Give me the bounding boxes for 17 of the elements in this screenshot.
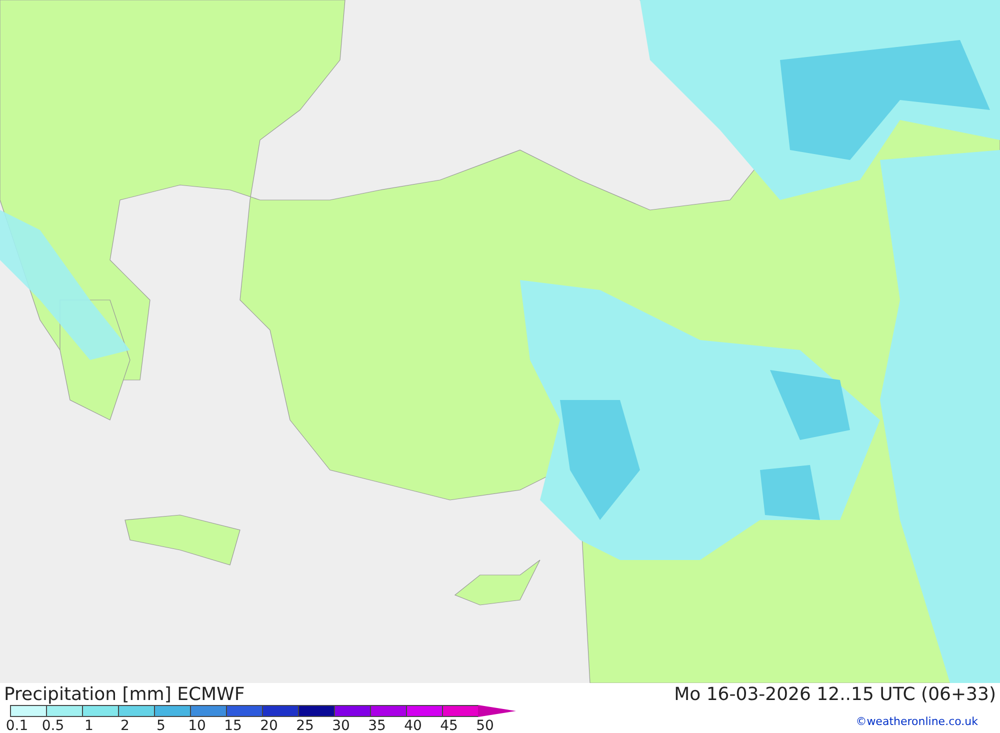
valid-time: Mo 16-03-2026 12..15 UTC (06+33) [674,685,996,705]
legend-label: 50 [475,718,495,733]
legend-label: 35 [367,718,387,733]
legend-label: 10 [187,718,207,733]
legend-label: 5 [156,718,166,733]
credit-text: ©weatheronline.co.uk [856,714,978,730]
legend-label: 15 [223,718,243,733]
map-title: Precipitation [mm] ECMWF [4,685,245,705]
legend-label: 45 [439,718,459,733]
legend-label: 30 [331,718,351,733]
legend-label: 20 [259,718,279,733]
legend-label: 25 [295,718,315,733]
legend-label: 1 [84,718,94,733]
legend-label: 0.1 [4,718,30,733]
legend-label: 0.5 [40,718,66,733]
legend-label: 40 [403,718,423,733]
legend-label: 2 [120,718,130,733]
